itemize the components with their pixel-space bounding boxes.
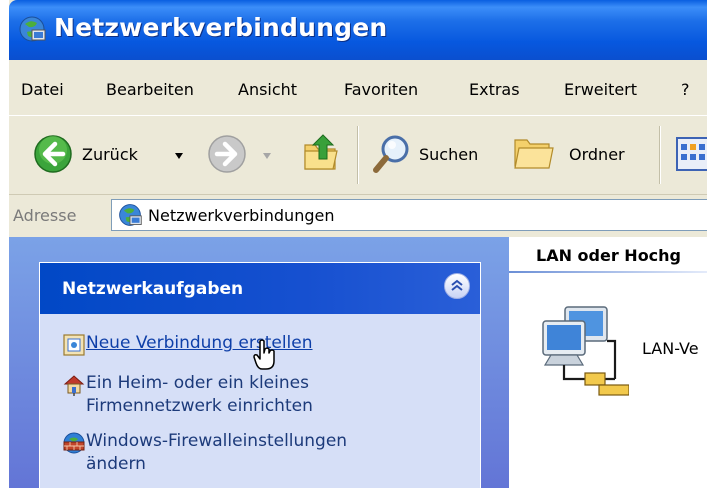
collapse-button[interactable]	[444, 273, 470, 299]
address-label: Adresse	[13, 206, 77, 225]
title-bar[interactable]: Netzwerkverbindungen	[9, 0, 707, 60]
menu-view[interactable]: Ansicht	[238, 80, 297, 99]
search-magnifier-icon	[373, 135, 409, 173]
folders-icon	[514, 139, 554, 169]
toolbar-separator	[357, 126, 358, 184]
task-text-line2: Firmennetzwerk einrichten	[86, 396, 313, 416]
back-arrow-icon	[34, 135, 72, 173]
hand-cursor-icon	[253, 339, 275, 370]
up-folder-icon[interactable]	[299, 131, 343, 175]
task-text-line1: Windows-Firewalleinstellungen	[86, 431, 348, 451]
back-button[interactable]: Zurück	[33, 134, 193, 178]
task-home-network[interactable]: Ein Heim- oder ein kleines Firmennetzwer…	[40, 370, 480, 420]
network-connections-icon	[19, 16, 46, 42]
new-connection-icon	[63, 334, 85, 356]
panel-title: Netzwerkaufgaben	[62, 279, 244, 299]
firewall-icon	[63, 432, 85, 454]
menu-bar: Datei Bearbeiten Ansicht Favoriten Extra…	[9, 60, 707, 116]
network-tasks-panel: Netzwerkaufgaben Neue Verbindung erstell…	[39, 262, 481, 488]
address-input[interactable]: Netzwerkverbindungen	[111, 199, 707, 231]
back-label: Zurück	[82, 145, 138, 164]
task-text-line2: ändern	[86, 454, 146, 474]
toolbar: Zurück Suchen Ordner	[9, 116, 707, 195]
menu-file[interactable]: Datei	[21, 80, 64, 99]
toolbar-separator	[659, 126, 660, 184]
panel-header[interactable]: Netzwerkaufgaben	[40, 263, 480, 314]
address-bar: Adresse Netzwerkverbindungen	[9, 195, 707, 235]
forward-button[interactable]	[207, 134, 277, 178]
menu-favorites[interactable]: Favoriten	[344, 80, 418, 99]
menu-extras[interactable]: Extras	[469, 80, 520, 99]
task-firewall[interactable]: Windows-Firewalleinstellungen ändern	[40, 428, 480, 478]
search-button[interactable]: Suchen	[371, 132, 506, 178]
forward-dropdown-icon[interactable]	[262, 152, 272, 160]
group-divider	[509, 271, 707, 273]
address-value: Netzwerkverbindungen	[148, 206, 335, 225]
home-network-icon	[63, 375, 85, 396]
folders-label: Ordner	[569, 145, 625, 164]
search-label: Suchen	[419, 145, 479, 164]
folders-button[interactable]: Ordner	[511, 132, 651, 178]
menu-advanced[interactable]: Erweitert	[564, 80, 637, 99]
connection-label: LAN-Ve	[642, 339, 699, 358]
explorer-window: Netzwerkverbindungen Datei Bearbeiten An…	[9, 0, 707, 488]
group-header: LAN oder Hochg	[536, 246, 682, 265]
back-dropdown-icon[interactable]	[174, 152, 184, 160]
menu-edit[interactable]: Bearbeiten	[106, 80, 194, 99]
connections-list: LAN oder Hochg LAN-Ve	[509, 237, 707, 488]
task-pane: Netzwerkaufgaben Neue Verbindung erstell…	[9, 237, 509, 488]
forward-arrow-icon	[208, 135, 246, 173]
task-text-line1: Ein Heim- oder ein kleines	[86, 373, 309, 393]
lan-connection-item[interactable]: LAN-Ve	[537, 301, 707, 401]
menu-help[interactable]: ?	[681, 80, 690, 99]
lan-connection-icon	[542, 306, 629, 396]
chevron-up-double-icon	[451, 279, 463, 291]
task-link-text: Neue Verbindung erstellen	[86, 333, 313, 353]
views-icon[interactable]	[675, 136, 707, 172]
window-title: Netzwerkverbindungen	[54, 13, 388, 42]
network-connections-icon	[119, 204, 142, 226]
